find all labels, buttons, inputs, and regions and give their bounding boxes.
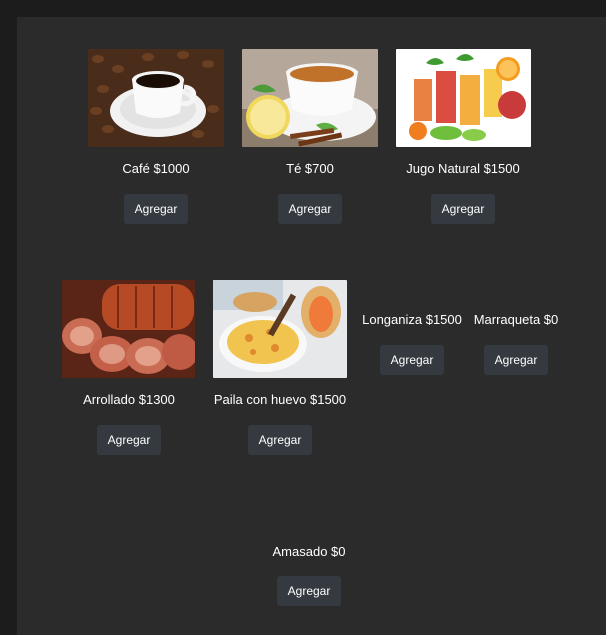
product-label: Paila con huevo $1500 — [213, 392, 347, 407]
product-label: Té $700 — [286, 161, 334, 176]
coffee-image — [88, 49, 224, 147]
product-label: Café $1000 — [122, 161, 190, 176]
juice-image — [396, 49, 531, 147]
add-paila-button[interactable]: Agregar — [248, 425, 312, 455]
add-jugo-button[interactable]: Agregar — [431, 194, 495, 224]
add-longaniza-button[interactable]: Agregar — [380, 345, 444, 375]
product-label: Marraqueta $0 — [473, 312, 559, 327]
add-marraqueta-button[interactable]: Agregar — [484, 345, 548, 375]
add-amasado-button[interactable]: Agregar — [277, 576, 341, 606]
product-label: Jugo Natural $1500 — [406, 161, 520, 176]
product-label: Arrollado $1300 — [83, 392, 175, 407]
arrollado-image — [62, 280, 195, 378]
add-arrollado-button[interactable]: Agregar — [97, 425, 161, 455]
add-cafe-button[interactable]: Agregar — [124, 194, 188, 224]
product-label: Amasado $0 — [272, 544, 346, 559]
product-label: Longaniza $1500 — [362, 312, 462, 327]
paila-image — [213, 280, 347, 378]
add-te-button[interactable]: Agregar — [278, 194, 342, 224]
tea-image — [242, 49, 378, 147]
